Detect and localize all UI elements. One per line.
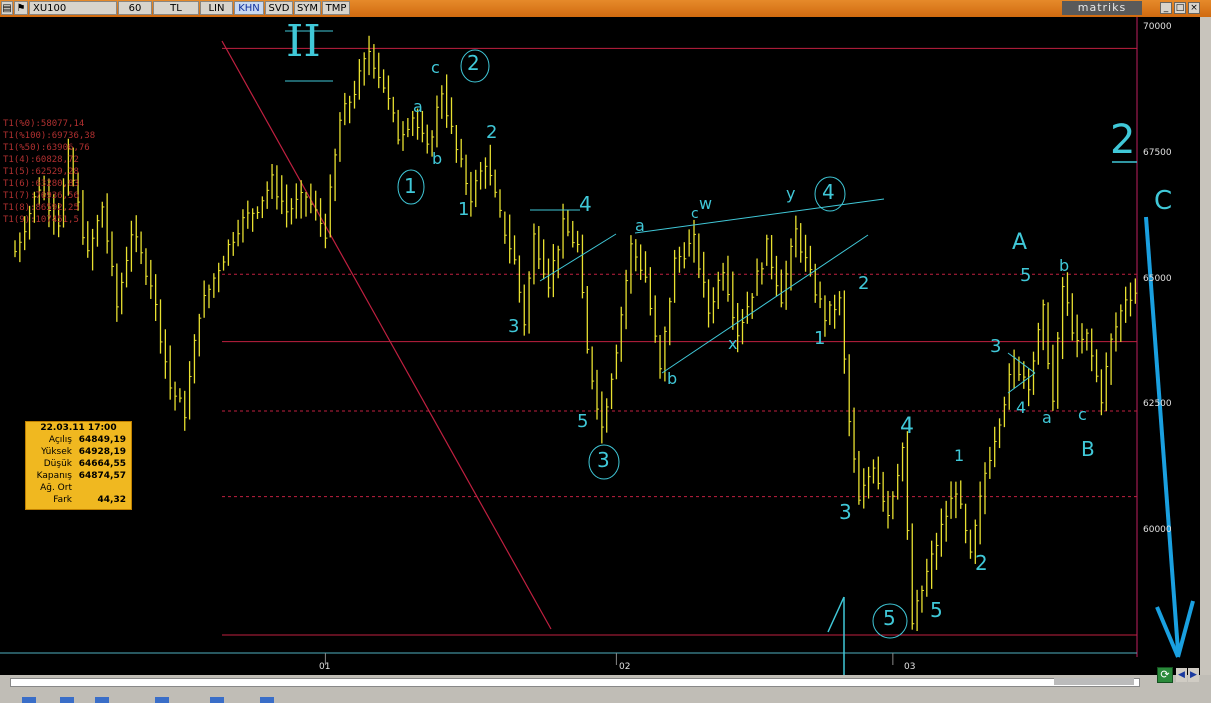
wave-label: 5 [1020, 265, 1032, 286]
svd-button[interactable]: SVD [265, 1, 293, 15]
wave-label: w [699, 194, 713, 213]
wave-label: 2 [467, 51, 480, 75]
wave-label: 3 [990, 336, 1002, 357]
right-panel-edge [1200, 17, 1211, 675]
fib-level: T1(%0):58077,14 [3, 119, 85, 129]
taskbar-item[interactable] [95, 697, 109, 703]
khn-button[interactable]: KHN [234, 1, 264, 15]
ohlc-value [76, 482, 126, 494]
x-tick-label: 03 [904, 662, 916, 672]
taskbar-item[interactable] [22, 697, 36, 703]
sym-button[interactable]: SYM [294, 1, 321, 15]
wave-label: a [635, 216, 645, 235]
window-menu-icon[interactable]: ▤ [1, 1, 13, 15]
wave-label: x [728, 334, 738, 353]
taskbar-item[interactable] [60, 697, 74, 703]
scrollbar-thumb[interactable] [1054, 678, 1134, 685]
taskbar-item[interactable] [210, 697, 224, 703]
fib-level: T1(5):62529,28 [3, 167, 79, 177]
wave-label: B [1081, 437, 1095, 461]
period-button[interactable]: 60 [118, 1, 152, 15]
taskbar-item[interactable] [260, 697, 274, 703]
x-tick-label: 01 [319, 662, 331, 672]
ohlc-value: 64664,55 [78, 459, 126, 469]
wave-label: 2 [486, 122, 498, 143]
ohlc-value: 64874,57 [78, 471, 126, 481]
wave-label: 4 [1016, 398, 1027, 417]
y-tick-label: 70000 [1143, 22, 1172, 32]
symbol-field[interactable]: XU100 [29, 1, 117, 15]
chart-toolbar: ▤ ⚑ XU100 60 TL LIN KHN SVD SYM TMP matr… [0, 0, 1211, 17]
ohlc-value: 64928,19 [78, 447, 126, 457]
y-tick-label: 65000 [1143, 274, 1172, 284]
wave-label: 1 [954, 446, 965, 465]
wave-label: 2 [975, 551, 988, 575]
ohlc-label: Düşük [43, 459, 72, 469]
horizontal-scrollbar[interactable] [10, 678, 1140, 687]
x-tick-label: 02 [619, 662, 631, 672]
wave-label: 1 [458, 199, 470, 220]
tmp-button[interactable]: TMP [322, 1, 350, 15]
y-tick-label: 67500 [1143, 148, 1172, 158]
fib-level: T1(6):63280,83 [3, 179, 79, 189]
maximize-icon[interactable]: □ [1174, 2, 1186, 14]
wave-label: 3 [839, 500, 852, 524]
fib-level: T1(%100):69736,38 [3, 131, 96, 141]
taskbar-item[interactable] [155, 697, 169, 703]
wave-label: b [667, 369, 678, 388]
wave-label: A [1012, 230, 1028, 255]
wave-label: 3 [508, 316, 520, 337]
wave-label: 1 [404, 174, 417, 198]
wave-label: c [691, 206, 699, 222]
wave-label: 4 [822, 180, 835, 204]
ohlc-label: Açılış [48, 435, 72, 445]
wave-label: b [1059, 256, 1070, 275]
close-icon[interactable]: × [1188, 2, 1200, 14]
wave-label: y [786, 184, 796, 203]
wave-label: 2 [1110, 117, 1136, 163]
ohlc-date: 22.03.11 17:00 [40, 423, 117, 433]
fib-level: T1(7):76936,56 [3, 191, 79, 201]
price-chart [0, 17, 1200, 675]
ohlc-value: 44,32 [97, 495, 126, 505]
ohlc-info-box: 22.03.11 17:00 Açılış 64849,19 Yüksek 6492… [25, 421, 132, 510]
ohlc-label: Ağ. Ort [40, 483, 72, 493]
ohlc-label: Yüksek [41, 447, 72, 457]
scale-button[interactable]: LIN [200, 1, 233, 15]
fib-level: T1(8):86592,25 [3, 203, 79, 213]
wave-label: 2 [858, 273, 870, 294]
y-tick-label: 62500 [1143, 399, 1172, 409]
minimize-icon[interactable]: _ [1160, 2, 1172, 14]
fib-level: T1(%50):63906,76 [3, 143, 90, 153]
wave-label: 3 [597, 448, 610, 472]
wave-label: 4 [579, 192, 592, 216]
wave-label: C [1154, 186, 1173, 216]
currency-button[interactable]: TL [153, 1, 199, 15]
symbol-flag-icon[interactable]: ⚑ [14, 1, 28, 15]
wave-label: 5 [577, 411, 589, 432]
scroll-right-icon[interactable]: ▶ [1188, 668, 1199, 682]
fib-level: T1(4):60828,72 [3, 155, 79, 165]
ohlc-label: Fark [53, 495, 72, 505]
wave-label: a [413, 97, 423, 116]
ohlc-label: Kapanış [36, 471, 72, 481]
wave-label: c [1078, 405, 1087, 424]
refresh-icon[interactable]: ⟳ [1157, 667, 1173, 683]
fibonacci-levels: T1(%0):58077,14 T1(%100):69736,38 T1(%50… [3, 118, 95, 226]
wave-label: a [1042, 408, 1052, 427]
wave-label: II [286, 16, 321, 67]
wave-label: 5 [883, 606, 896, 630]
wave-label: b [432, 149, 443, 168]
ohlc-value: 64849,19 [78, 435, 126, 445]
y-tick-label: 60000 [1143, 525, 1172, 535]
wave-label: 5 [930, 598, 943, 622]
wave-label: 4 [900, 414, 914, 439]
fib-level: T1(9):107451,5 [3, 215, 79, 225]
wave-label: c [431, 58, 440, 77]
wave-label: 1 [814, 328, 826, 349]
brand-logo: matriks [1062, 1, 1142, 15]
scroll-left-icon[interactable]: ◀ [1176, 668, 1187, 682]
